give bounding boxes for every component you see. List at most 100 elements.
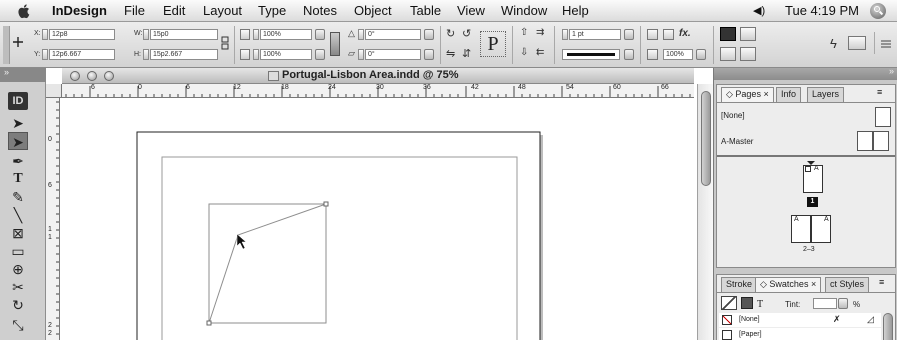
fill-stroke-icon[interactable] (721, 296, 737, 310)
x-field[interactable]: 12p8 (49, 29, 115, 40)
menu-file[interactable]: File (124, 3, 145, 19)
zoom-window-icon[interactable] (104, 71, 114, 81)
menu-edit[interactable]: Edit (163, 3, 185, 19)
wrap-none-icon[interactable] (720, 27, 736, 41)
flip-vertical-icon[interactable]: ⇵ (462, 47, 471, 60)
ruler-origin[interactable] (46, 84, 62, 98)
panel-menu-icon[interactable]: ≡ (879, 277, 884, 287)
document-titlebar[interactable]: Portugal-Lisbon Area.indd @ 75% (62, 68, 694, 84)
free-transform-tool-icon[interactable]: ⤡ (8, 316, 28, 334)
constrain-scale-icon[interactable] (330, 32, 340, 56)
select-next-icon[interactable]: ⇉ (536, 27, 544, 38)
scale-y-field[interactable]: 100% (260, 49, 312, 60)
scale-x-field[interactable]: 100% (260, 29, 312, 40)
lightning-icon[interactable]: ϟ (830, 36, 837, 51)
rotate-cw-icon[interactable]: ↻ (446, 27, 455, 40)
menu-view[interactable]: View (457, 3, 485, 19)
none-master-thumb[interactable] (875, 107, 891, 127)
selection-tool-icon[interactable]: ➤ (8, 114, 28, 132)
button-tool-icon[interactable]: ⊕ (8, 260, 28, 278)
stroke-weight-dropdown[interactable] (624, 29, 634, 40)
y-stepper[interactable] (42, 49, 48, 60)
shear-dropdown[interactable] (424, 49, 434, 60)
menu-type[interactable]: Type (258, 3, 286, 19)
document-proxy-icon[interactable] (268, 71, 279, 81)
a-master-left-thumb[interactable] (857, 131, 873, 151)
tab-swatches[interactable]: ◇ Swatches × (755, 277, 822, 292)
swatch-row[interactable]: [Paper] (719, 328, 881, 340)
opacity-dropdown[interactable] (696, 49, 706, 60)
h-field[interactable]: 15p2.667 (150, 49, 218, 60)
volume-icon[interactable]: ◀) (753, 3, 765, 19)
h-stepper[interactable] (143, 49, 149, 60)
menu-object[interactable]: Object (354, 3, 392, 19)
shear-field[interactable]: 0° (365, 49, 421, 60)
spotlight-icon[interactable] (870, 3, 886, 19)
swatch-row[interactable]: [None] ✗ ◿ (719, 313, 881, 327)
scissors-tool-icon[interactable]: ✂ (8, 278, 28, 296)
scale-x-stepper[interactable] (253, 29, 259, 40)
rotate-dropdown[interactable] (424, 29, 434, 40)
select-content-icon[interactable]: ⇩ (520, 47, 528, 58)
effects-fx-icon[interactable]: fx. (679, 28, 691, 39)
tab-info[interactable]: Info (776, 87, 802, 102)
direct-selection-tool-icon[interactable]: ➤ (8, 132, 28, 150)
panel-divider[interactable] (717, 155, 895, 157)
fill-icon[interactable] (647, 29, 658, 40)
menu-clock[interactable]: Tue 4:19 PM (785, 3, 859, 19)
minimize-window-icon[interactable] (87, 71, 97, 81)
collapse-icon[interactable]: » (889, 66, 894, 76)
apple-logo-icon[interactable] (16, 3, 30, 19)
tint-field[interactable] (813, 298, 837, 309)
wrap-bounding-box-icon[interactable] (740, 27, 756, 41)
opacity-field[interactable]: 100% (663, 49, 693, 60)
rotate-stepper[interactable] (358, 29, 364, 40)
constrain-proportions-icon[interactable] (221, 36, 229, 50)
shear-stepper[interactable] (358, 49, 364, 60)
control-panel-menu-icon[interactable] (874, 32, 896, 54)
menu-layout[interactable]: Layout (203, 3, 242, 19)
scale-y-dropdown[interactable] (315, 49, 325, 60)
pencil-tool-icon[interactable]: ✎ (8, 188, 28, 206)
close-icon[interactable]: ◇ (726, 89, 735, 99)
rotate-tool-icon[interactable]: ↻ (8, 296, 28, 314)
vertical-ruler[interactable]: 0 6 1 1 2 2 (46, 98, 60, 340)
wrap-jump-icon[interactable] (740, 47, 756, 61)
page-3-thumb[interactable]: A (811, 215, 831, 243)
select-container-icon[interactable]: ⇧ (520, 27, 528, 38)
pen-tool-icon[interactable]: ✒ (8, 152, 28, 170)
document-canvas[interactable] (61, 98, 694, 340)
tint-dropdown[interactable] (838, 298, 848, 309)
wrap-shape-icon[interactable] (720, 47, 736, 61)
tab-pages[interactable]: ◇ Pages × (721, 87, 774, 102)
flip-horizontal-icon[interactable]: ⇋ (446, 47, 455, 60)
scrollbar-thumb[interactable] (701, 91, 711, 186)
menu-table[interactable]: Table (410, 3, 441, 19)
close-icon[interactable]: × (808, 279, 816, 289)
menu-notes[interactable]: Notes (303, 3, 337, 19)
page-2-thumb[interactable]: A (791, 215, 811, 243)
line-tool-icon[interactable]: ╲ (8, 206, 28, 224)
formatting-text-icon[interactable]: T (757, 299, 763, 310)
quick-apply-icon[interactable] (848, 36, 866, 50)
w-field[interactable]: 15p0 (150, 29, 218, 40)
stroke-type-dropdown[interactable] (624, 49, 634, 60)
select-previous-icon[interactable]: ⇇ (536, 47, 544, 58)
tab-effects-styles[interactable]: ct Styles (825, 277, 870, 292)
a-master-right-thumb[interactable] (873, 131, 889, 151)
scale-x-dropdown[interactable] (315, 29, 325, 40)
tab-stroke[interactable]: Stroke (721, 277, 758, 292)
stroke-type-select[interactable] (562, 49, 620, 60)
x-stepper[interactable] (42, 29, 48, 40)
vertical-scrollbar[interactable] (697, 84, 713, 340)
close-icon[interactable]: ◇ (760, 279, 769, 289)
horizontal-ruler[interactable]: 6 0 6 12 18 24 30 36 42 48 54 60 66 (62, 84, 694, 98)
close-icon[interactable]: × (761, 89, 768, 99)
stroke-icon[interactable] (663, 29, 674, 40)
w-stepper[interactable] (143, 29, 149, 40)
menu-app-name[interactable]: InDesign (52, 3, 107, 19)
stroke-weight-field[interactable]: 1 pt (569, 29, 621, 40)
scale-y-stepper[interactable] (253, 49, 259, 60)
control-grip[interactable] (3, 26, 10, 64)
close-window-icon[interactable] (70, 71, 80, 81)
